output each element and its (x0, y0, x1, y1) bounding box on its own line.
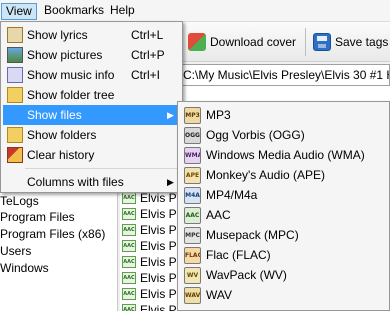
submenu-item-label: AAC (206, 208, 231, 222)
submenu-item-mp3[interactable]: MP3 MP3 (180, 105, 387, 125)
submenu-item-label: WAV (206, 288, 232, 302)
aac-file-icon: AAC (122, 240, 136, 252)
menu-item-label: Columns with files (27, 175, 124, 189)
menu-item-columns-with-files[interactable]: Columns with files ▶ (3, 172, 180, 192)
folders-icon (7, 127, 23, 143)
menu-bookmarks[interactable]: Bookmarks (40, 3, 108, 20)
tree-item[interactable]: Program Files (0, 209, 75, 225)
files-submenu: MP3 MP3 OGG Ogg Vorbis (OGG) WMA Windows… (177, 101, 390, 311)
menu-item-label: Show folder tree (27, 88, 115, 102)
submenu-item-ape[interactable]: APE Monkey's Audio (APE) (180, 165, 387, 185)
mp4-icon: M4A (184, 187, 201, 204)
clear-history-icon (7, 147, 23, 163)
submenu-item-label: MP3 (206, 108, 231, 122)
save-tags-button[interactable]: Save tags (313, 30, 388, 54)
submenu-item-ogg[interactable]: OGG Ogg Vorbis (OGG) (180, 125, 387, 145)
menu-item-show-folders[interactable]: Show folders (3, 125, 180, 145)
ape-icon: APE (184, 167, 201, 184)
menu-help[interactable]: Help (106, 3, 139, 20)
wma-icon: WMA (184, 147, 201, 164)
submenu-item-label: Ogg Vorbis (OGG) (206, 128, 305, 142)
aac-file-icon: AAC (122, 272, 136, 284)
aac-file-icon: AAC (122, 208, 136, 220)
submenu-arrow-icon: ▶ (167, 177, 174, 187)
submenu-item-label: Monkey's Audio (APE) (206, 168, 326, 182)
submenu-item-mp4[interactable]: M4A MP4/M4a (180, 185, 387, 205)
menu-item-shortcut: Ctrl+P (131, 48, 165, 62)
menu-item-label: Clear history (27, 148, 95, 162)
menu-item-show-pictures[interactable]: Show pictures Ctrl+P (3, 45, 180, 65)
aac-file-icon: AAC (122, 288, 136, 300)
submenu-arrow-icon: ▶ (167, 110, 174, 120)
wv-icon: WV (184, 267, 201, 284)
menu-item-label: Show lyrics (27, 28, 88, 42)
submenu-item-wavpack[interactable]: WV WavPack (WV) (180, 265, 387, 285)
submenu-item-label: WavPack (WV) (206, 268, 287, 282)
tree-item[interactable]: TeLogs (0, 193, 39, 209)
submenu-item-wma[interactable]: WMA Windows Media Audio (WMA) (180, 145, 387, 165)
menu-item-label: Show files (27, 108, 82, 122)
menu-item-clear-history[interactable]: Clear history (3, 145, 180, 165)
menu-item-show-music-info[interactable]: Show music info Ctrl+I (3, 65, 180, 85)
submenu-item-label: Musepack (MPC) (206, 228, 299, 242)
aac-file-icon: AAC (122, 224, 136, 236)
menu-item-label: Show folders (27, 128, 97, 142)
toolbar-separator (305, 28, 306, 56)
menu-item-label: Show pictures (27, 48, 103, 62)
submenu-item-wav[interactable]: WAV WAV (180, 285, 387, 305)
submenu-item-aac[interactable]: AAC AAC (180, 205, 387, 225)
submenu-item-label: Windows Media Audio (WMA) (206, 148, 365, 162)
flac-icon: FLAC (184, 247, 201, 264)
tree-item[interactable]: Program Files (x86) (0, 226, 105, 242)
download-cover-icon (188, 33, 206, 51)
menu-view[interactable]: View (1, 3, 37, 20)
download-cover-label: Download cover (210, 35, 297, 49)
aac-file-icon: AAC (122, 304, 136, 311)
tree-item[interactable]: Users (0, 243, 31, 259)
menu-item-show-folder-tree[interactable]: Show folder tree (3, 85, 180, 105)
pictures-icon (7, 47, 23, 63)
view-menu: Show lyrics Ctrl+L Show pictures Ctrl+P … (0, 21, 183, 193)
menu-item-show-lyrics[interactable]: Show lyrics Ctrl+L (3, 25, 180, 45)
lyrics-icon (7, 27, 23, 43)
submenu-item-flac[interactable]: FLAC Flac (FLAC) (180, 245, 387, 265)
menu-item-shortcut: Ctrl+I (131, 68, 161, 82)
mp3-icon: MP3 (184, 107, 201, 124)
submenu-item-label: Flac (FLAC) (206, 248, 271, 262)
path-input[interactable]: C:\My Music\Elvis Presley\Elvis 30 #1 Hi… (180, 64, 390, 86)
save-icon (313, 33, 331, 51)
menu-item-show-files[interactable]: Show files ▶ (3, 105, 180, 125)
aac-file-icon: AAC (122, 256, 136, 268)
aac-icon: AAC (184, 207, 201, 224)
wav-icon: WAV (184, 287, 201, 304)
menu-item-shortcut: Ctrl+L (131, 28, 164, 42)
menu-bar: View Bookmarks Help (0, 0, 390, 22)
submenu-item-label: MP4/M4a (206, 188, 258, 202)
aac-file-icon: AAC (122, 192, 136, 204)
folder-tree-icon (7, 87, 23, 103)
submenu-item-mpc[interactable]: MPC Musepack (MPC) (180, 225, 387, 245)
save-tags-label: Save tags (335, 35, 389, 49)
mpc-icon: MPC (184, 227, 201, 244)
ogg-icon: OGG (184, 127, 201, 144)
menu-item-label: Show music info (27, 68, 115, 82)
music-info-icon (7, 67, 23, 83)
menu-separator (25, 168, 178, 169)
download-cover-button[interactable]: Download cover (188, 30, 296, 54)
tree-item[interactable]: Windows (0, 260, 49, 276)
